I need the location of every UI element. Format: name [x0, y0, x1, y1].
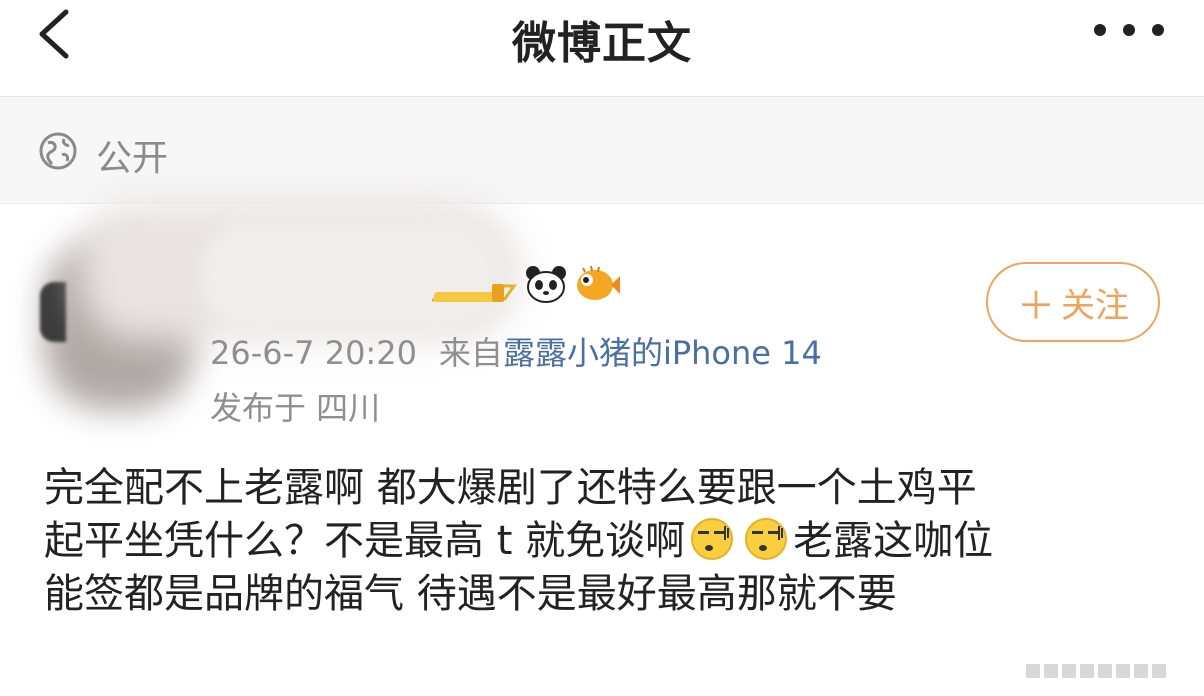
more-options-icon[interactable] — [1094, 22, 1164, 38]
pufferfish-emoji-icon — [577, 265, 620, 300]
more-dot — [1123, 24, 1135, 36]
post-timestamp: 26-6-7 20:20 — [210, 334, 417, 372]
more-dot — [1152, 24, 1164, 36]
vip-badge-icon[interactable] — [430, 280, 518, 304]
awkward-face-emoji-icon — [691, 518, 734, 560]
awkward-face-emoji-icon — [745, 518, 788, 560]
post-meta: 26-6-7 20:20 来自露露小猪的iPhone 14 — [210, 328, 822, 374]
globe-icon — [39, 132, 77, 170]
source-device-link[interactable]: 露露小猪的iPhone 14 — [503, 334, 822, 372]
page-title: 微博正文 — [512, 18, 692, 69]
follow-button[interactable]: ＋ 关注 — [986, 262, 1160, 342]
post-text-segment: 起平坐凭什么？不是最高 t 就免谈啊 — [44, 518, 686, 564]
panda-emoji-icon — [526, 266, 566, 303]
watermark-logo — [1026, 664, 1166, 678]
visibility-label: 公开 — [96, 138, 169, 179]
username-blurred-inner — [200, 220, 500, 330]
avatar-edge — [40, 282, 66, 342]
post-text-line: 能签都是品牌的福气 待遇不是最好最高那就不要 — [44, 571, 897, 617]
source-prefix: 来自 — [438, 334, 503, 372]
more-dot — [1094, 24, 1106, 36]
post-text-line: 起平坐凭什么？不是最高 t 就免谈啊 老露这咖位 — [44, 515, 1184, 568]
post-text-segment: 老露这咖位 — [793, 518, 994, 564]
visibility-bar: 公开 — [0, 97, 1204, 203]
top-nav-bar: 微博正文 — [0, 0, 1204, 96]
post-content: 完全配不上老露啊 都大爆剧了还特么要跟一个土鸡平 起平坐凭什么？不是最高 t 就… — [44, 462, 1184, 621]
follow-label: 关注 — [1061, 285, 1129, 326]
post-text-line: 完全配不上老露啊 都大爆剧了还特么要跟一个土鸡平 — [44, 465, 977, 511]
post-location: 发布于 四川 — [210, 389, 381, 427]
plus-icon: ＋ — [1016, 283, 1055, 328]
